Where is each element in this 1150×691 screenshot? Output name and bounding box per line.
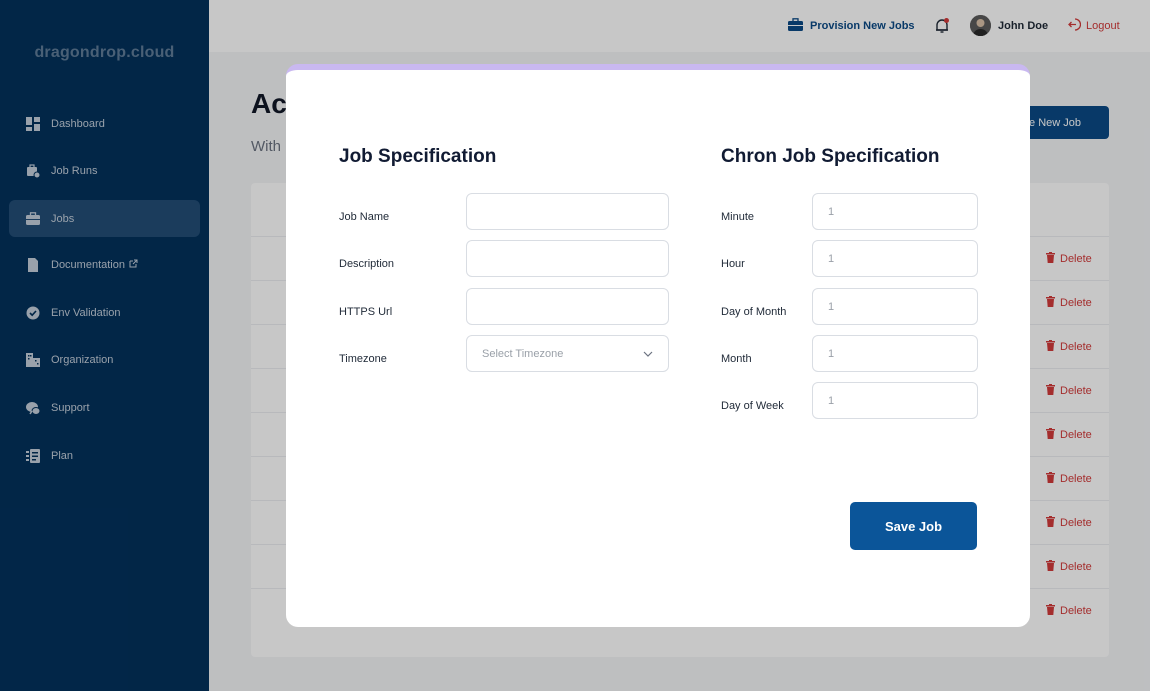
timezone-placeholder: Select Timezone xyxy=(482,347,564,360)
https-url-input[interactable] xyxy=(466,288,669,325)
month-input[interactable] xyxy=(812,335,978,372)
month-label: Month xyxy=(721,353,752,365)
job-modal: Job Specification Job Name Description H… xyxy=(286,64,1030,627)
timezone-select[interactable]: Select Timezone xyxy=(466,335,669,372)
day-of-month-input[interactable] xyxy=(812,288,978,325)
hour-input[interactable] xyxy=(812,240,978,277)
day-of-week-input[interactable] xyxy=(812,382,978,419)
minute-label: Minute xyxy=(721,211,755,223)
hour-label: Hour xyxy=(721,258,745,270)
chevron-down-icon xyxy=(643,348,653,360)
job-name-input[interactable] xyxy=(466,193,669,230)
job-name-label: Job Name xyxy=(339,211,390,223)
job-spec-title: Job Specification xyxy=(339,146,497,167)
day-of-week-label: Day of Week xyxy=(721,400,784,412)
https-url-label: HTTPS Url xyxy=(339,306,393,318)
day-of-month-label: Day of Month xyxy=(721,306,787,318)
description-label: Description xyxy=(339,258,395,270)
description-input[interactable] xyxy=(466,240,669,277)
save-job-button[interactable]: Save Job xyxy=(850,502,977,550)
minute-input[interactable] xyxy=(812,193,978,230)
timezone-label: Timezone xyxy=(339,353,387,365)
chron-spec-title: Chron Job Specification xyxy=(721,146,940,167)
